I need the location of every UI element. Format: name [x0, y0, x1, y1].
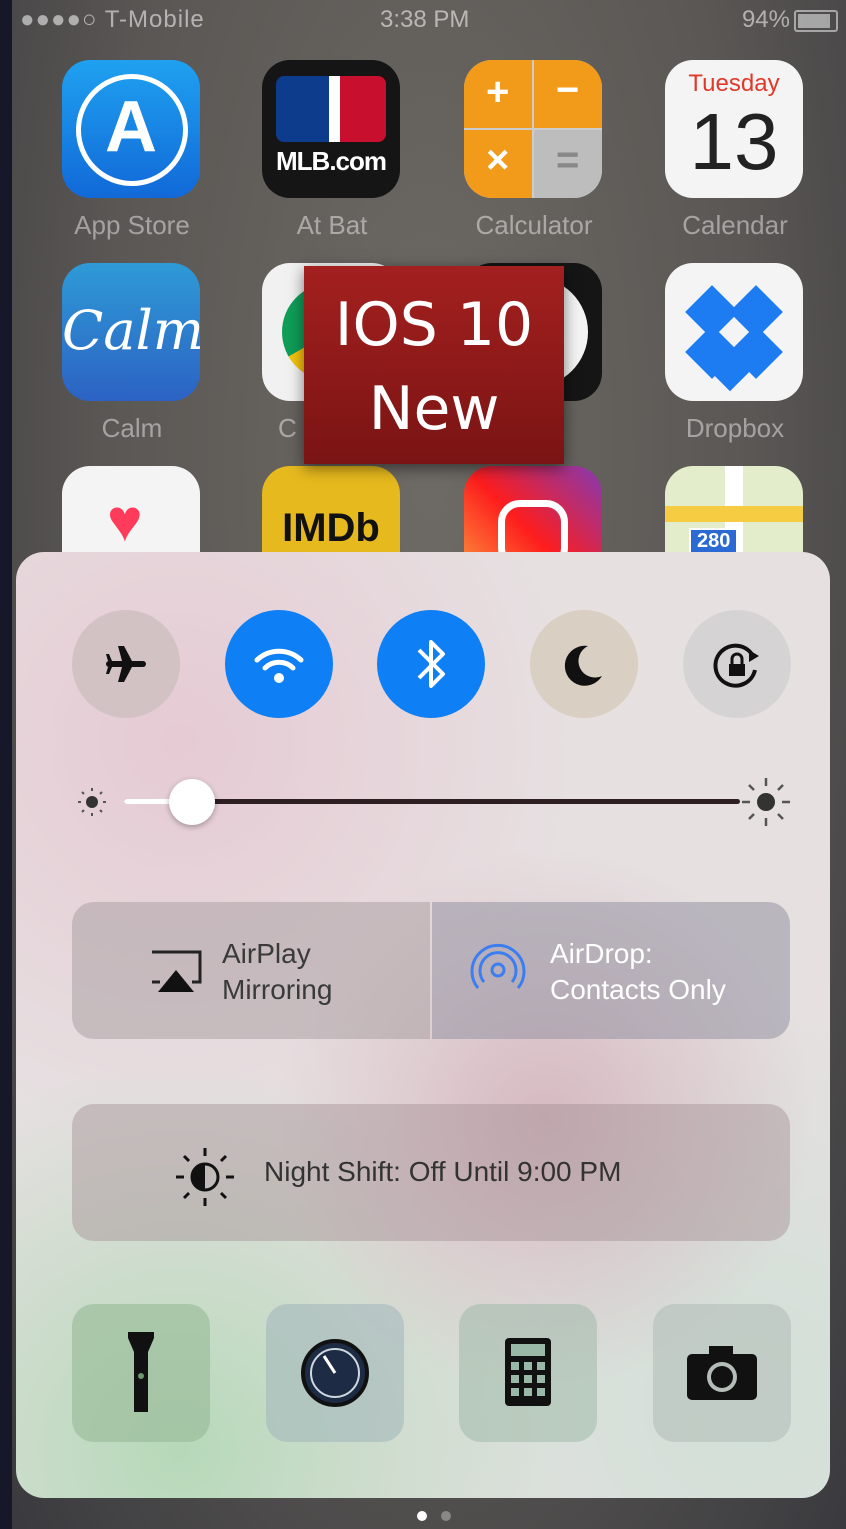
calculator-label: Calculator [475, 210, 593, 240]
at-bat-app[interactable]: MLB.com [262, 60, 400, 198]
mlb-logo-icon [276, 76, 386, 142]
brightness-slider[interactable] [72, 772, 792, 832]
camera-button[interactable] [653, 1304, 791, 1442]
bluetooth-toggle[interactable] [377, 610, 485, 718]
calendar-app[interactable]: Tuesday 13 [665, 60, 803, 198]
heart-icon: ♥ [107, 487, 143, 554]
airdrop-icon [470, 943, 526, 989]
airdrop-label-line2: Contacts Only [550, 974, 726, 1005]
app-store-app[interactable]: A [62, 60, 200, 198]
badge-line2: New [368, 374, 500, 444]
ios10-new-badge: IOS 10 New [304, 266, 564, 464]
control-center-panel: AirPlay Mirroring AirDrop: Contacts Only [16, 552, 830, 1498]
at-bat-label: At Bat [296, 210, 368, 240]
do-not-disturb-toggle[interactable] [530, 610, 638, 718]
dropbox-app[interactable] [665, 263, 803, 401]
flashlight-icon [128, 1332, 154, 1412]
night-shift-label: Night Shift: Off Until 9:00 PM [264, 1156, 622, 1187]
calm-label: Calm [101, 413, 163, 443]
battery-percent: 94% [741, 6, 790, 33]
brightness-track [124, 779, 740, 825]
battery-icon [794, 10, 838, 32]
night-shift-icon [176, 1148, 234, 1206]
carrier-label: ●●●●○ T-Mobile [20, 6, 205, 33]
airplay-airdrop-row: AirPlay Mirroring AirDrop: Contacts Only [72, 902, 790, 1039]
bluetooth-icon [417, 640, 445, 688]
airplay-label-line2: Mirroring [222, 974, 333, 1005]
home-screen: ●●●●○ T-Mobile 3:38 PM 94% A App Store M… [12, 0, 846, 1529]
brightness-high-icon [742, 778, 790, 826]
page-dot-1[interactable] [417, 1511, 427, 1521]
calculator-app[interactable]: + − × = [464, 60, 602, 198]
timer-icon [301, 1339, 369, 1407]
highway-sign: 280 [689, 528, 739, 555]
dropbox-label: Dropbox [685, 413, 785, 443]
clock-label: 3:38 PM [380, 6, 470, 33]
camera-icon [687, 1346, 757, 1400]
calculator-button[interactable] [459, 1304, 597, 1442]
calm-app[interactable]: Calm [62, 263, 200, 401]
airplay-mirroring-button[interactable]: AirPlay Mirroring [72, 902, 430, 1039]
calendar-date: 13 [689, 97, 779, 186]
airplay-icon [152, 950, 202, 992]
brightness-low-icon [78, 788, 106, 816]
flashlight-button[interactable] [72, 1304, 210, 1442]
page-indicator[interactable] [412, 1508, 456, 1526]
moon-icon [564, 645, 602, 686]
wifi-toggle[interactable] [225, 610, 333, 718]
rotation-lock-icon [713, 643, 759, 688]
mlb-logo-text: MLB.com [276, 146, 387, 176]
imdb-logo: IMDb [282, 506, 380, 550]
calendar-label: Calendar [682, 210, 788, 240]
timer-button[interactable] [266, 1304, 404, 1442]
airdrop-label-line1: AirDrop: [550, 938, 653, 969]
calendar-day: Tuesday [688, 70, 780, 97]
airplay-label-line1: AirPlay [222, 938, 311, 969]
rotation-lock-toggle[interactable] [683, 610, 791, 718]
airplane-mode-toggle[interactable] [72, 610, 180, 718]
airdrop-button[interactable]: AirDrop: Contacts Only [432, 902, 790, 1039]
airplane-icon [106, 646, 146, 682]
brightness-thumb[interactable] [168, 779, 215, 825]
calm-logo: Calm [62, 299, 200, 362]
app-store-label: App Store [74, 210, 190, 240]
night-shift-button[interactable]: Night Shift: Off Until 9:00 PM [72, 1104, 790, 1241]
calculator-icon [505, 1338, 551, 1406]
status-bar: ●●●●○ T-Mobile 3:38 PM 94% [12, 0, 846, 40]
wifi-icon [254, 648, 304, 683]
page-dot-2[interactable] [441, 1511, 452, 1521]
badge-line1: IOS 10 [334, 290, 534, 360]
